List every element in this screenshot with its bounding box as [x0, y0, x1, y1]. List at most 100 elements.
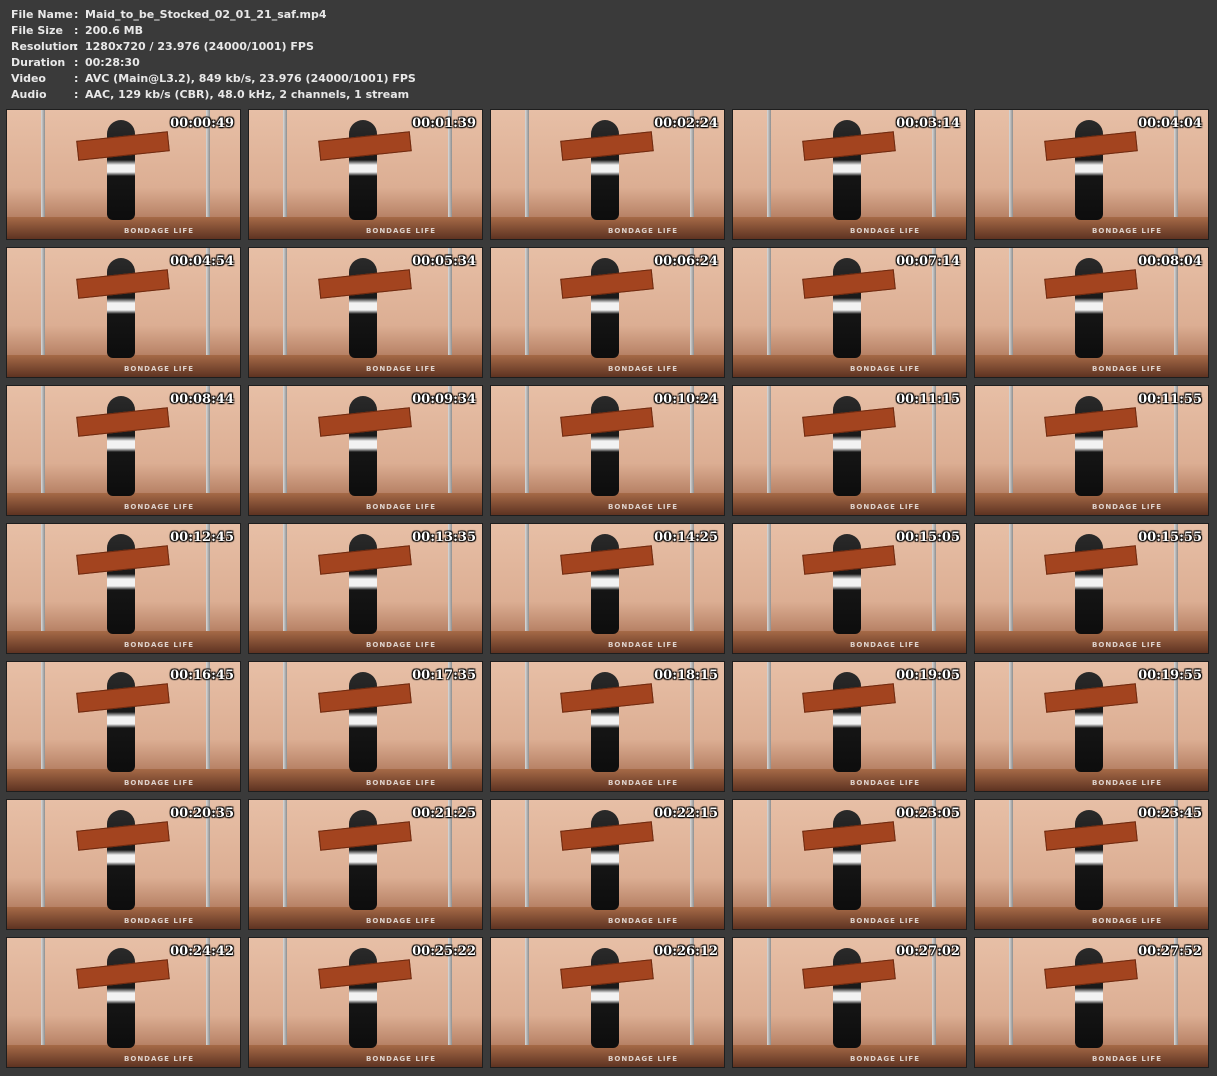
metal-pole	[525, 662, 529, 774]
video-thumbnail[interactable]: 00:27:02 BONDAGE LIFE	[732, 937, 967, 1068]
watermark-logo: BONDAGE LIFE	[124, 641, 194, 649]
info-row-resolution: Resolution: 1280x720 / 23.976 (24000/1001…	[11, 39, 416, 55]
video-thumbnail[interactable]: 00:24:42 BONDAGE LIFE	[6, 937, 241, 1068]
info-key: Audio	[11, 88, 47, 101]
video-thumbnail[interactable]: 00:23:05 BONDAGE LIFE	[732, 799, 967, 930]
video-thumbnail[interactable]: 00:11:15 BONDAGE LIFE	[732, 385, 967, 516]
video-thumbnail[interactable]: 00:25:22 BONDAGE LIFE	[248, 937, 483, 1068]
watermark-logo: BONDAGE LIFE	[608, 917, 678, 925]
metal-pole	[525, 386, 529, 498]
video-thumbnail[interactable]: 00:11:55 BONDAGE LIFE	[974, 385, 1209, 516]
video-thumbnail[interactable]: 00:26:12 BONDAGE LIFE	[490, 937, 725, 1068]
video-thumbnail[interactable]: 00:05:34 BONDAGE LIFE	[248, 247, 483, 378]
watermark-logo: BONDAGE LIFE	[608, 227, 678, 235]
info-key: Resolution	[11, 40, 78, 53]
video-thumbnail[interactable]: 00:07:14 BONDAGE LIFE	[732, 247, 967, 378]
video-thumbnail[interactable]: 00:16:45 BONDAGE LIFE	[6, 661, 241, 792]
watermark-logo: BONDAGE LIFE	[366, 641, 436, 649]
thumbnail-timestamp: 00:23:45	[1138, 806, 1202, 821]
watermark-logo: BONDAGE LIFE	[124, 917, 194, 925]
video-thumbnail[interactable]: 00:12:45 BONDAGE LIFE	[6, 523, 241, 654]
watermark-logo: BONDAGE LIFE	[608, 779, 678, 787]
metal-pole	[283, 800, 287, 912]
watermark-logo: BONDAGE LIFE	[608, 641, 678, 649]
video-thumbnail[interactable]: 00:22:15 BONDAGE LIFE	[490, 799, 725, 930]
video-thumbnail[interactable]: 00:02:24 BONDAGE LIFE	[490, 109, 725, 240]
watermark-logo: BONDAGE LIFE	[608, 503, 678, 511]
video-thumbnail[interactable]: 00:14:25 BONDAGE LIFE	[490, 523, 725, 654]
video-thumbnail[interactable]: 00:23:45 BONDAGE LIFE	[974, 799, 1209, 930]
watermark-logo: BONDAGE LIFE	[366, 779, 436, 787]
thumbnail-timestamp: 00:05:34	[412, 254, 476, 269]
thumbnail-timestamp: 00:25:22	[412, 944, 476, 959]
watermark-logo: BONDAGE LIFE	[1092, 365, 1162, 373]
metal-pole	[41, 938, 45, 1050]
watermark-logo: BONDAGE LIFE	[124, 227, 194, 235]
metal-pole	[525, 800, 529, 912]
thumbnail-timestamp: 00:03:14	[896, 116, 960, 131]
thumbnail-timestamp: 00:11:55	[1138, 392, 1202, 407]
metal-pole	[1009, 524, 1013, 636]
info-row-video: Video: AVC (Main@L3.2), 849 kb/s, 23.976 …	[11, 71, 416, 87]
info-separator: :	[74, 72, 79, 85]
metal-pole	[41, 110, 45, 222]
video-thumbnail[interactable]: 00:17:35 BONDAGE LIFE	[248, 661, 483, 792]
video-thumbnail[interactable]: 00:27:52 BONDAGE LIFE	[974, 937, 1209, 1068]
video-thumbnail[interactable]: 00:21:25 BONDAGE LIFE	[248, 799, 483, 930]
info-value: AAC, 129 kb/s (CBR), 48.0 kHz, 2 channel…	[85, 88, 410, 101]
thumbnail-timestamp: 00:23:05	[896, 806, 960, 821]
video-thumbnail[interactable]: 00:01:39 BONDAGE LIFE	[248, 109, 483, 240]
video-thumbnail[interactable]: 00:10:24 BONDAGE LIFE	[490, 385, 725, 516]
thumbnail-timestamp: 00:06:24	[654, 254, 718, 269]
info-row-file-name: File Name: Maid_to_be_Stocked_02_01_21_sa…	[11, 7, 416, 23]
info-key: Duration	[11, 56, 66, 69]
metal-pole	[1009, 938, 1013, 1050]
thumbnail-timestamp: 00:08:44	[170, 392, 234, 407]
metal-pole	[525, 110, 529, 222]
thumbnail-timestamp: 00:16:45	[170, 668, 234, 683]
video-thumbnail[interactable]: 00:08:04 BONDAGE LIFE	[974, 247, 1209, 378]
info-separator: :	[74, 88, 79, 101]
metal-pole	[283, 524, 287, 636]
watermark-logo: BONDAGE LIFE	[850, 227, 920, 235]
video-thumbnail[interactable]: 00:18:15 BONDAGE LIFE	[490, 661, 725, 792]
video-thumbnail[interactable]: 00:06:24 BONDAGE LIFE	[490, 247, 725, 378]
info-value: 00:28:30	[85, 56, 140, 69]
video-thumbnail[interactable]: 00:00:49 BONDAGE LIFE	[6, 109, 241, 240]
video-thumbnail[interactable]: 00:03:14 BONDAGE LIFE	[732, 109, 967, 240]
thumbnail-timestamp: 00:21:25	[412, 806, 476, 821]
thumbnail-timestamp: 00:02:24	[654, 116, 718, 131]
metal-pole	[283, 386, 287, 498]
video-thumbnail[interactable]: 00:04:54 BONDAGE LIFE	[6, 247, 241, 378]
thumbnail-timestamp: 00:27:52	[1138, 944, 1202, 959]
video-thumbnail[interactable]: 00:19:55 BONDAGE LIFE	[974, 661, 1209, 792]
watermark-logo: BONDAGE LIFE	[366, 917, 436, 925]
video-thumbnail[interactable]: 00:15:55 BONDAGE LIFE	[974, 523, 1209, 654]
info-key: File Size	[11, 24, 63, 37]
thumbnail-timestamp: 00:07:14	[896, 254, 960, 269]
video-thumbnail[interactable]: 00:09:34 BONDAGE LIFE	[248, 385, 483, 516]
video-thumbnail[interactable]: 00:08:44 BONDAGE LIFE	[6, 385, 241, 516]
video-thumbnail[interactable]: 00:13:35 BONDAGE LIFE	[248, 523, 483, 654]
watermark-logo: BONDAGE LIFE	[850, 503, 920, 511]
metal-pole	[283, 938, 287, 1050]
info-separator: :	[74, 56, 79, 69]
video-thumbnail[interactable]: 00:19:05 BONDAGE LIFE	[732, 661, 967, 792]
metal-pole	[525, 524, 529, 636]
thumbnail-timestamp: 00:04:54	[170, 254, 234, 269]
video-thumbnail[interactable]: 00:15:05 BONDAGE LIFE	[732, 523, 967, 654]
metal-pole	[283, 248, 287, 360]
info-key: Video	[11, 72, 46, 85]
thumbnail-timestamp: 00:19:05	[896, 668, 960, 683]
metal-pole	[767, 662, 771, 774]
metal-pole	[1009, 110, 1013, 222]
thumbnail-timestamp: 00:14:25	[654, 530, 718, 545]
info-value: 1280x720 / 23.976 (24000/1001) FPS	[85, 40, 314, 53]
watermark-logo: BONDAGE LIFE	[124, 503, 194, 511]
video-thumbnail[interactable]: 00:20:35 BONDAGE LIFE	[6, 799, 241, 930]
info-value: Maid_to_be_Stocked_02_01_21_saf.mp4	[85, 8, 327, 21]
metal-pole	[41, 662, 45, 774]
watermark-logo: BONDAGE LIFE	[850, 365, 920, 373]
video-thumbnail[interactable]: 00:04:04 BONDAGE LIFE	[974, 109, 1209, 240]
info-value: 200.6 MB	[85, 24, 143, 37]
